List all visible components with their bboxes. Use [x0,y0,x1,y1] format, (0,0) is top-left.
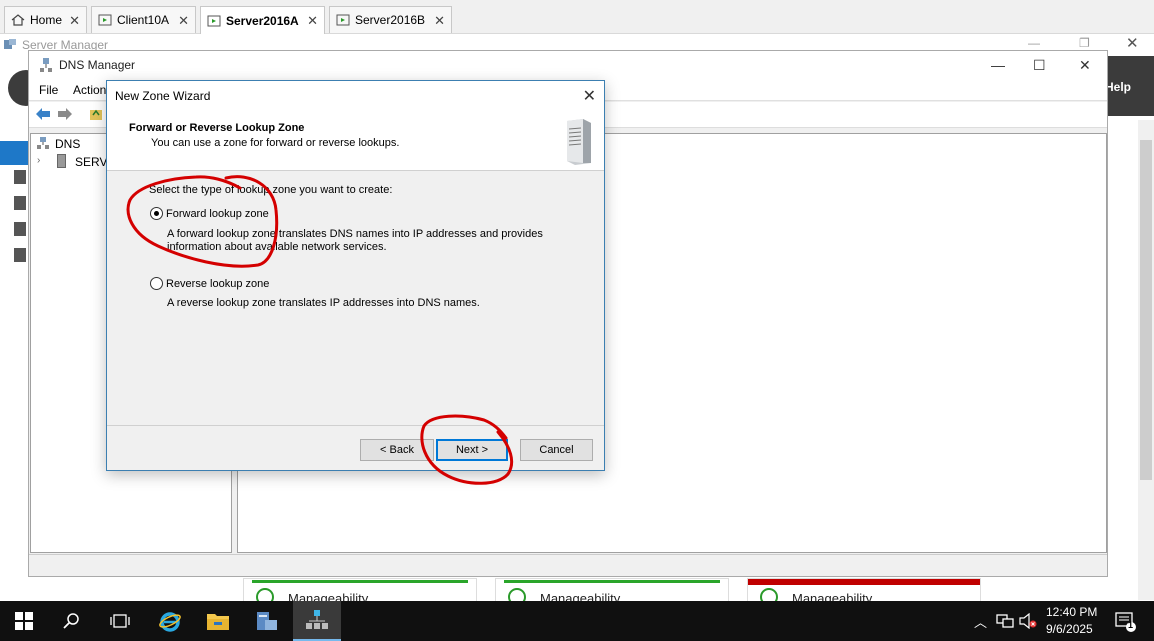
reverse-lookup-label[interactable]: Reverse lookup zone [166,278,269,290]
file-explorer-icon[interactable] [194,601,242,641]
nav-local-server-icon[interactable] [14,170,26,184]
close-icon[interactable]: ✕ [69,13,80,29]
dns-icon [39,57,53,76]
wizard-heading: Forward or Reverse Lookup Zone [129,122,305,134]
forward-arrow-icon[interactable] [57,107,73,124]
nav-file-services-icon[interactable] [14,248,26,262]
close-icon[interactable]: ✕ [1079,57,1091,74]
vm-tab-label: Client10A [117,13,170,27]
chevron-up-icon[interactable]: ︿ [974,612,987,631]
forward-lookup-label[interactable]: Forward lookup zone [166,208,269,220]
nav-all-servers-icon[interactable] [14,196,26,210]
back-button[interactable]: < Back [360,439,434,461]
close-icon[interactable]: ✕ [307,13,318,29]
vm-tab-label: Home [30,13,63,27]
tile-server-group-1[interactable]: Manageability [243,578,477,606]
network-icon[interactable] [996,613,1014,632]
minimize-icon[interactable]: — [991,57,1005,73]
vm-tab-label: Server2016B [355,13,426,27]
maximize-icon[interactable]: ☐ [1033,57,1046,74]
menu-action[interactable]: Action [73,83,106,97]
forward-lookup-description-2: information about available network serv… [167,241,387,253]
dns-manager-icon[interactable] [293,601,341,641]
close-icon[interactable]: ✕ [178,13,189,29]
close-icon[interactable]: ✕ [583,86,596,106]
notification-center-icon[interactable] [1115,611,1137,636]
server-tower-icon [559,117,595,165]
tile-server-group-2[interactable]: Manageability [495,578,729,606]
zone-type-prompt: Select the type of lookup zone you want … [149,184,393,196]
cancel-button[interactable]: Cancel [520,439,593,461]
restore-icon[interactable]: ❐ [1079,36,1090,50]
wizard-subheading: You can use a zone for forward or revers… [151,137,400,149]
wizard-body: Select the type of lookup zone you want … [107,172,604,424]
vm-icon [336,14,350,26]
divider [107,425,604,426]
forward-lookup-radio[interactable] [150,207,163,220]
close-icon[interactable]: ✕ [434,13,445,29]
notification-count: 1 [1128,620,1134,630]
task-view-icon[interactable] [96,601,144,641]
expand-icon[interactable]: › [37,155,40,166]
server-icon [57,154,66,168]
status-bar [504,580,720,583]
server-manager-icon [3,38,17,53]
dns-manager-title: DNS Manager [59,58,136,72]
scrollbar[interactable] [1138,120,1154,600]
dns-icon [37,136,49,153]
vm-tab-label: Server2016A [226,13,299,28]
home-icon [11,14,25,26]
search-icon[interactable] [48,601,96,641]
help-menu[interactable]: Help [1105,80,1131,94]
back-arrow-icon[interactable] [35,107,51,124]
vm-tab-server2016a[interactable]: Server2016A ✕ [200,6,325,34]
menu-file[interactable]: File [39,83,58,97]
vm-tab-home[interactable]: Home ✕ [4,6,87,33]
clock-time[interactable]: 12:40 PM [1046,605,1097,619]
internet-explorer-icon[interactable] [146,601,194,641]
server-manager-nav [0,56,30,601]
clock-date[interactable]: 9/6/2025 [1046,622,1093,636]
wizard-title: New Zone Wizard [115,89,211,103]
server-manager-icon[interactable] [243,601,291,641]
status-bar [748,579,980,585]
status-bar [252,580,468,583]
new-zone-wizard-dialog: New Zone Wizard ✕ Forward or Reverse Loo… [106,80,605,471]
tree-label: DNS [55,137,81,151]
nav-item-dashboard[interactable] [0,141,30,165]
reverse-lookup-radio[interactable] [150,277,163,290]
windows-start-icon[interactable] [0,601,48,641]
nav-dns-icon[interactable] [14,222,26,236]
wizard-header: Forward or Reverse Lookup Zone You can u… [107,109,604,171]
vm-tab-server2016b[interactable]: Server2016B ✕ [329,6,452,33]
up-folder-icon[interactable] [89,107,103,124]
tile-server-group-3[interactable]: Manageability [747,578,981,606]
reverse-lookup-description: A reverse lookup zone translates IP addr… [167,297,480,309]
status-bar [29,554,1107,576]
taskbar: ︿ 12:40 PM 9/6/2025 1 [0,601,1154,641]
dns-manager-titlebar: DNS Manager — ☐ ✕ [29,51,1107,79]
vm-icon [98,14,112,26]
minimize-icon[interactable]: — [1028,36,1040,50]
vm-icon [207,15,221,27]
vm-tab-bar: Home ✕ Client10A ✕ Server2016A ✕ Server2… [0,0,1154,34]
next-button[interactable]: Next > [436,439,508,461]
scrollbar-thumb[interactable] [1140,140,1152,480]
forward-lookup-description: A forward lookup zone translates DNS nam… [167,228,543,240]
wizard-titlebar: New Zone Wizard ✕ [107,81,604,109]
vm-tab-client10a[interactable]: Client10A ✕ [91,6,196,33]
volume-muted-icon[interactable] [1019,612,1037,632]
close-icon[interactable]: ✕ [1126,34,1139,52]
